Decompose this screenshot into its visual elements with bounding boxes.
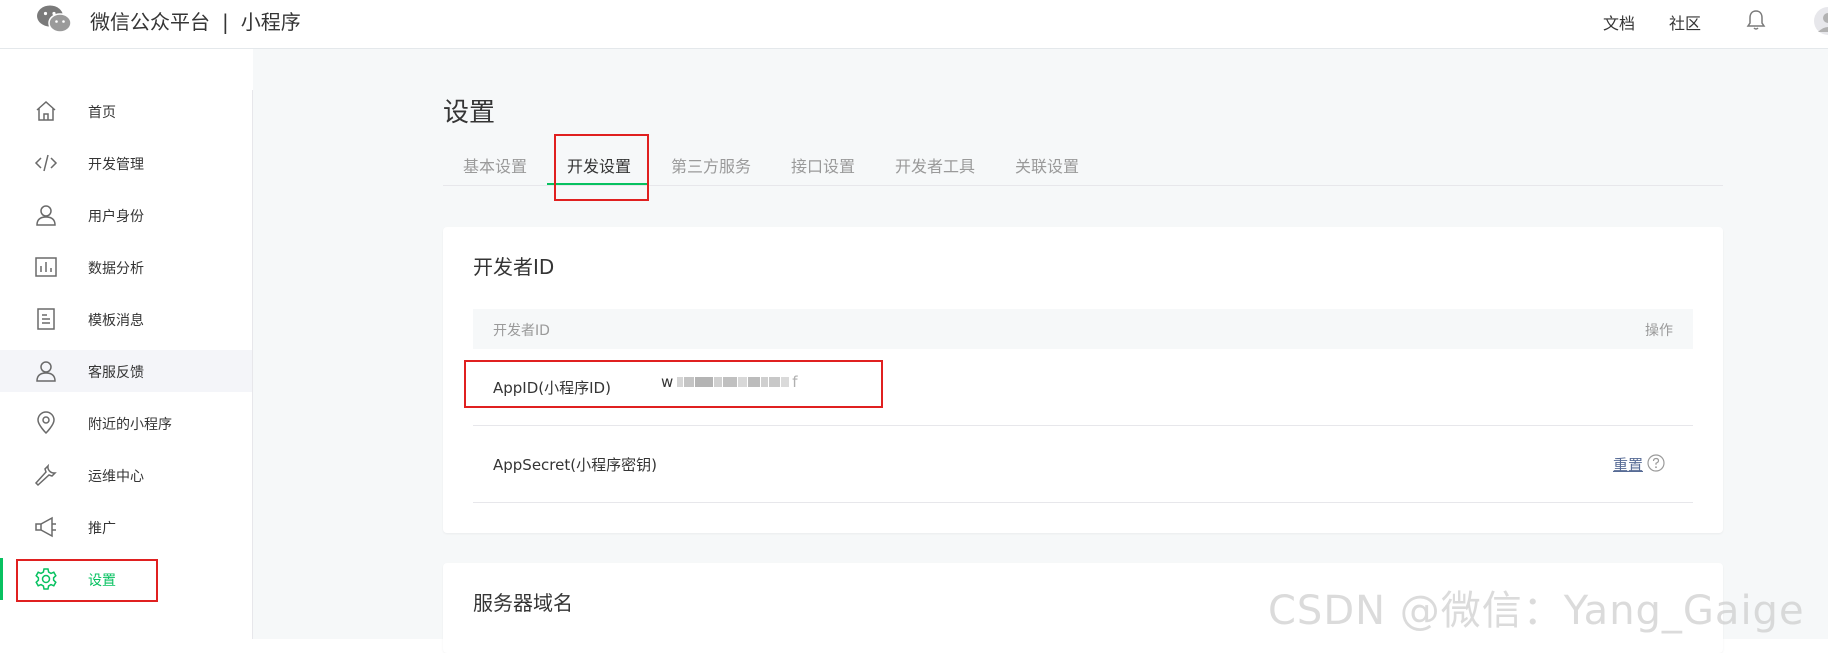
sidebar-item-label: 用户身份 — [88, 209, 144, 225]
sidebar-item-label: 数据分析 — [88, 261, 144, 277]
sidebar-item-template-message[interactable]: 模板消息 — [0, 298, 252, 340]
sidebar-item-label: 客服反馈 — [88, 365, 144, 381]
developer-id-card: 开发者ID 开发者ID 操作 AppID(小程序ID) w f AppSecre… — [443, 227, 1723, 533]
sidebar-item-label: 模板消息 — [88, 313, 144, 329]
reset-secret-link[interactable]: 重置 — [1613, 454, 1643, 475]
docs-link[interactable]: 文档 — [1603, 10, 1635, 34]
user-icon — [36, 205, 56, 226]
top-header: 微信公众平台 | 小程序 文档 社区 — [0, 0, 1828, 49]
sidebar-item-nearby[interactable]: 附近的小程序 — [0, 402, 252, 444]
sidebar-item-home[interactable]: 首页 — [0, 90, 252, 132]
sidebar-item-user-identity[interactable]: 用户身份 — [0, 194, 252, 236]
column-header-actions: 操作 — [1645, 323, 1673, 339]
watermark: CSDN @微信：Yang_Gaige — [1268, 588, 1805, 634]
page-title: 设置 — [443, 98, 496, 128]
appid-label: AppID(小程序ID) — [493, 379, 611, 397]
appid-prefix: w — [661, 373, 674, 391]
community-link[interactable]: 社区 — [1669, 10, 1701, 34]
table-header: 开发者ID 操作 — [473, 309, 1693, 349]
brand-name: 微信公众平台 — [90, 10, 210, 34]
sidebar-item-ops-center[interactable]: 运维中心 — [0, 454, 252, 496]
home-icon — [36, 100, 56, 121]
tab-dev-settings[interactable]: 开发设置 — [567, 153, 631, 177]
help-question-icon[interactable] — [1647, 454, 1665, 472]
code-icon — [34, 154, 58, 172]
sidebar-item-label: 推广 — [88, 521, 116, 537]
sidebar-item-promotion[interactable]: 推广 — [0, 506, 252, 548]
sidebar — [0, 49, 252, 639]
column-header-developer-id: 开发者ID — [493, 323, 550, 339]
appid-redacted-mosaic — [677, 377, 790, 387]
tab-basic-settings[interactable]: 基本设置 — [463, 153, 527, 177]
sidebar-item-settings[interactable]: 设置 — [0, 558, 252, 600]
sidebar-item-label: 附近的小程序 — [88, 417, 172, 433]
sidebar-item-label: 开发管理 — [88, 157, 144, 173]
bar-chart-icon — [35, 257, 57, 277]
card-title: 开发者ID — [473, 255, 555, 279]
brand-separator: | — [222, 10, 229, 34]
wrench-icon — [34, 463, 57, 487]
sidebar-item-label: 首页 — [88, 105, 116, 121]
tab-api-settings[interactable]: 接口设置 — [791, 153, 855, 177]
bell-icon[interactable] — [1746, 9, 1766, 31]
sidebar-item-dev-management[interactable]: 开发管理 — [0, 142, 252, 184]
sidebar-item-customer-service[interactable]: 客服反馈 — [0, 350, 252, 392]
wechat-logo-icon[interactable] — [36, 4, 72, 34]
avatar[interactable] — [1813, 6, 1828, 36]
appid-suffix: f — [792, 373, 798, 391]
table-row-appsecret: AppSecret(小程序密钥) 重置 — [473, 426, 1693, 503]
table-row-appid: AppID(小程序ID) w f — [473, 349, 1693, 426]
sidebar-item-label: 运维中心 — [88, 469, 144, 485]
appsecret-label: AppSecret(小程序密钥) — [493, 456, 657, 474]
active-tab-indicator — [547, 183, 647, 185]
appid-value[interactable]: w f — [661, 373, 798, 391]
document-icon — [37, 308, 55, 330]
tab-linked-settings[interactable]: 关联设置 — [1015, 153, 1079, 177]
card-title: 服务器域名 — [473, 591, 573, 615]
user-icon — [36, 361, 56, 382]
tab-dev-tools[interactable]: 开发者工具 — [895, 153, 975, 177]
brand-title[interactable]: 微信公众平台 | 小程序 — [90, 6, 301, 35]
location-pin-icon — [37, 411, 55, 435]
gear-icon — [35, 568, 57, 590]
sidebar-item-label: 设置 — [88, 573, 116, 589]
megaphone-icon — [35, 516, 56, 538]
tab-third-party-service[interactable]: 第三方服务 — [671, 153, 751, 177]
settings-tabs: 基本设置 开发设置 第三方服务 接口设置 开发者工具 关联设置 — [443, 148, 1723, 186]
product-name: 小程序 — [240, 10, 301, 34]
sidebar-item-data-analysis[interactable]: 数据分析 — [0, 246, 252, 288]
